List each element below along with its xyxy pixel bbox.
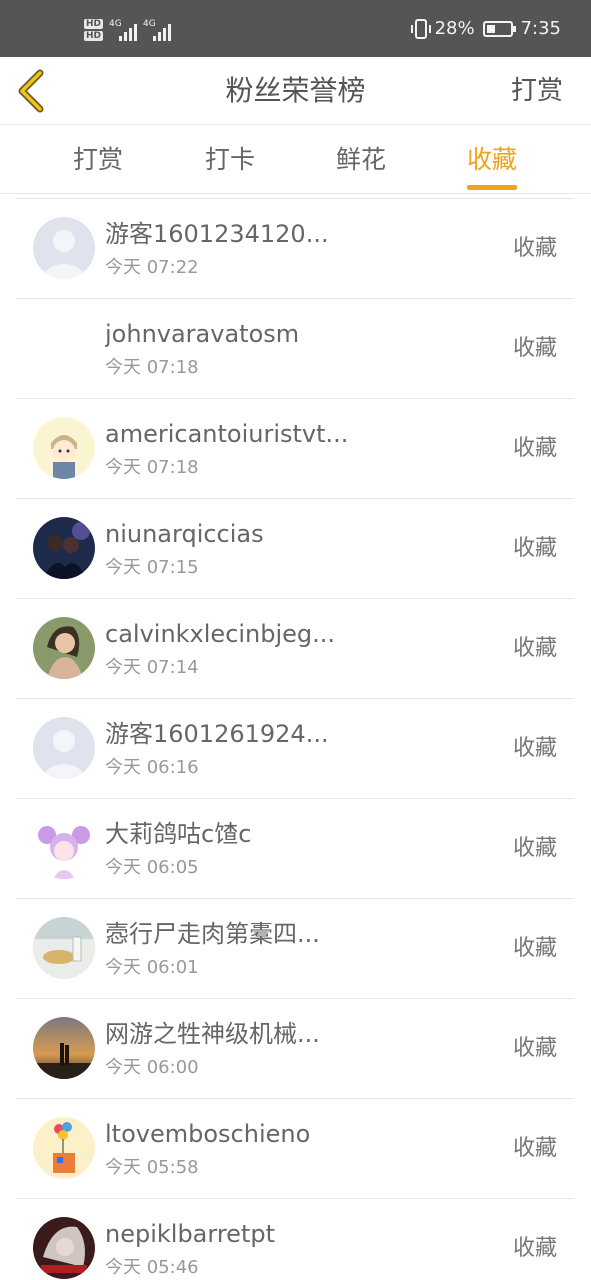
timestamp: 今天 07:18	[105, 357, 199, 378]
user-name: calvinkxlecinbjeg...	[105, 620, 336, 648]
action-type: 收藏	[512, 436, 557, 461]
list-item[interactable]: 悫行尸走肉第橐四... 今天 06:01 收藏	[16, 899, 574, 999]
user-name: 游客1601234120...	[105, 220, 329, 248]
timestamp: 今天 07:14	[105, 657, 199, 678]
photo-couple-avatar	[33, 517, 95, 579]
cartoon-boy-avatar	[33, 417, 95, 479]
reward-button[interactable]: 打赏	[511, 57, 563, 125]
user-name: nepiklbarretpt	[105, 1220, 275, 1248]
user-name: 网游之牲神级机械...	[105, 1020, 320, 1048]
status-right: 28% 7:35	[410, 0, 561, 57]
photo-food-avatar	[33, 917, 95, 979]
list-item[interactable]: calvinkxlecinbjeg... 今天 07:14 收藏	[16, 599, 574, 699]
user-name: niunarqiccias	[105, 520, 264, 548]
action-type: 收藏	[512, 736, 557, 761]
clock: 7:35	[520, 18, 561, 39]
avatar	[33, 817, 95, 879]
list-item[interactable]: nepiklbarretpt 今天 05:46 收藏	[16, 1199, 574, 1280]
page-title: 粉丝荣誉榜	[225, 74, 366, 107]
photo-dark-avatar	[33, 1217, 95, 1279]
timestamp: 今天 06:05	[105, 857, 199, 878]
list-item[interactable]: 大莉鸽咕c馇c 今天 06:05 收藏	[16, 799, 574, 899]
photo-sunset-avatar	[33, 1017, 95, 1079]
timestamp: 今天 06:00	[105, 1057, 199, 1078]
timestamp: 今天 06:16	[105, 757, 199, 778]
hd-icon: HD HD	[84, 19, 104, 41]
avatar	[33, 717, 95, 779]
timestamp: 今天 05:58	[105, 1157, 199, 1178]
action-type: 收藏	[512, 1236, 557, 1261]
default-user-icon	[33, 217, 95, 279]
action-type: 收藏	[512, 836, 557, 861]
avatar	[33, 1117, 95, 1179]
timestamp: 今天 07:22	[105, 257, 199, 278]
battery-charging-icon	[482, 20, 516, 37]
network-indicators: HD HD 4G 4G	[84, 14, 172, 46]
list-item[interactable]: americantoiuristvt... 今天 07:18 收藏	[16, 399, 574, 499]
list-item[interactable]: 网游之牲神级机械... 今天 06:00 收藏	[16, 999, 574, 1099]
list-item[interactable]: johnvaravatosm 今天 07:18 收藏	[16, 299, 574, 399]
status-bar: HD HD 4G 4G 28% 7:35	[0, 0, 591, 57]
nav-bar: 粉丝荣誉榜 打赏	[0, 57, 591, 125]
list-item[interactable]: niunarqiccias 今天 07:15 收藏	[16, 499, 574, 599]
user-name: americantoiuristvt...	[105, 420, 349, 448]
hd-label: HD	[84, 19, 104, 29]
avatar	[33, 417, 95, 479]
timestamp: 今天 07:15	[105, 557, 199, 578]
action-type: 收藏	[512, 536, 557, 561]
timestamp: 今天 05:46	[105, 1257, 199, 1278]
timestamp: 今天 06:01	[105, 957, 199, 978]
user-name: ltovemboschieno	[105, 1120, 311, 1148]
action-type: 收藏	[512, 1036, 557, 1061]
photo-woman-avatar	[33, 617, 95, 679]
action-type: 收藏	[512, 936, 557, 961]
action-type: 收藏	[512, 636, 557, 661]
vibrate-icon	[410, 18, 431, 39]
list-item[interactable]: 游客1601234120... 今天 07:22 收藏	[16, 199, 574, 299]
tab-reward[interactable]: 打赏	[73, 126, 123, 194]
avatar	[33, 1017, 95, 1079]
tab-favorites[interactable]: 收藏	[466, 126, 518, 194]
tab-flowers[interactable]: 鲜花	[336, 126, 386, 194]
action-type: 收藏	[512, 336, 557, 361]
user-name: 悫行尸走肉第橐四...	[105, 920, 320, 948]
cartoon-balloon-avatar	[33, 1117, 95, 1179]
tab-checkin[interactable]: 打卡	[205, 126, 255, 194]
action-type: 收藏	[512, 236, 557, 261]
user-name: 大莉鸽咕c馇c	[105, 820, 252, 848]
user-name: johnvaravatosm	[105, 320, 300, 348]
avatar	[33, 517, 95, 579]
fan-list: 游客1601234120... 今天 07:22 收藏 johnvaravato…	[16, 198, 574, 1280]
cartoon-girl-avatar	[33, 817, 95, 879]
default-user-icon	[33, 717, 95, 779]
hd-label: HD	[84, 31, 104, 41]
signal-icon: 4G	[143, 19, 172, 41]
timestamp: 今天 07:18	[105, 457, 199, 478]
avatar	[33, 217, 95, 279]
battery-percent: 28%	[434, 18, 475, 39]
avatar	[33, 1217, 95, 1279]
tab-bar: 打赏 打卡 鲜花 收藏	[0, 126, 591, 194]
user-name: 游客1601261924...	[105, 720, 329, 748]
list-item[interactable]: ltovemboschieno 今天 05:58 收藏	[16, 1099, 574, 1199]
signal-icon: 4G	[109, 19, 138, 41]
avatar	[33, 917, 95, 979]
avatar	[33, 617, 95, 679]
action-type: 收藏	[512, 1136, 557, 1161]
list-item[interactable]: 游客1601261924... 今天 06:16 收藏	[16, 699, 574, 799]
